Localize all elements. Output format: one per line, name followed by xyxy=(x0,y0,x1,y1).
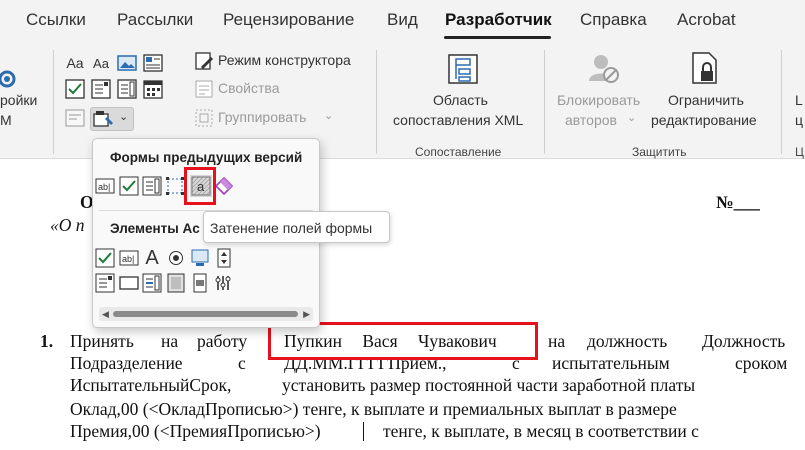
activex-checkbox-icon[interactable] xyxy=(95,248,115,268)
group-separator xyxy=(781,50,782,154)
text-field-icon[interactable]: ab| xyxy=(95,176,115,196)
activex-option-button-icon[interactable] xyxy=(166,248,186,268)
group-chevron-down-icon: ⌄ xyxy=(324,110,334,122)
activex-heading: Элементы Ac xyxy=(110,221,200,236)
group-label-protect: Защитить xyxy=(632,145,687,159)
block-authors-label-line2[interactable]: авторов xyxy=(565,112,617,128)
paragraph-text: установить размер постоянной части зараб… xyxy=(282,375,696,395)
list-item-number: 1. xyxy=(40,331,54,351)
properties-button[interactable]: Свойства xyxy=(218,80,279,96)
paragraph-text: Оклад,00 (<ОкладПрописью>) тенге, к выпл… xyxy=(70,399,677,419)
activex-command-button-icon[interactable] xyxy=(119,273,139,293)
design-mode-icon[interactable] xyxy=(193,50,215,72)
text-cursor xyxy=(363,422,364,441)
checkbox-control-icon[interactable] xyxy=(64,78,86,100)
gear-icon[interactable] xyxy=(0,66,20,92)
group-label-templates-partial: Ц xyxy=(795,145,804,159)
paragraph-word: ИспытательныйСрок, xyxy=(70,375,232,395)
addins-label-line2[interactable]: M xyxy=(0,112,12,128)
svg-text:ab|: ab| xyxy=(98,182,110,192)
form-field-shading-tooltip: Затенение полей формы xyxy=(203,211,390,243)
reset-form-fields-icon[interactable] xyxy=(214,176,234,196)
restrict-editing-icon[interactable] xyxy=(688,50,722,86)
paragraph-word: Должность xyxy=(702,331,786,351)
repeating-section-icon[interactable] xyxy=(64,107,86,129)
group-icon xyxy=(193,107,215,129)
paragraph-word: испытательным xyxy=(552,353,670,373)
group-separator xyxy=(53,50,54,154)
activex-textbox-icon[interactable]: ab| xyxy=(119,248,139,268)
paragraph-text: тенге, к выплате, в месяц в соответствии… xyxy=(383,421,699,441)
group-separator xyxy=(376,50,377,154)
activex-image-icon[interactable] xyxy=(190,248,210,268)
insert-frame-icon[interactable] xyxy=(165,176,185,196)
block-authors-icon xyxy=(585,50,621,86)
chevron-down-icon: ⌄ xyxy=(119,111,129,123)
paragraph-word: работу xyxy=(197,331,248,351)
dropdown-horizontal-scrollbar[interactable]: ◀ ▶ xyxy=(99,307,313,321)
svg-text:ab|: ab| xyxy=(122,254,134,264)
dropdown-field-icon[interactable] xyxy=(142,176,162,196)
design-mode-button[interactable]: Режим конструктора xyxy=(218,52,351,68)
restrict-editing-label-line2[interactable]: редактирование xyxy=(651,112,757,128)
paragraph-word: сроком xyxy=(735,353,788,373)
addins-label-line1[interactable]: ройки xyxy=(0,92,37,108)
block-authors-chevron-down-icon: ⌄ xyxy=(627,112,637,124)
templates-label-partial[interactable]: L xyxy=(795,92,803,108)
activex-toggle-button-icon[interactable] xyxy=(166,273,186,293)
xml-mapping-pane-icon[interactable] xyxy=(446,52,480,86)
ribbon-tab-bar: Ссылки Рассылки Рецензирование Вид Разра… xyxy=(0,0,805,44)
scrollbar-thumb[interactable] xyxy=(113,311,298,317)
xml-mapping-label-line2[interactable]: сопоставления XML xyxy=(393,112,523,128)
checkbox-field-icon[interactable] xyxy=(119,176,139,196)
block-authors-label-line1[interactable]: Блокировать xyxy=(557,92,640,108)
legacy-tools-button[interactable]: ⌄ xyxy=(90,107,134,131)
group-button[interactable]: Группировать xyxy=(218,109,306,125)
tab-mailings[interactable]: Рассылки xyxy=(117,10,193,30)
combo-box-control-icon[interactable] xyxy=(90,78,112,100)
legacy-forms-heading: Формы предыдущих версий xyxy=(110,150,303,165)
group-label-mapping: Сопоставление xyxy=(415,145,502,159)
paragraph-text: Премия,00 (<ПремияПрописью>) xyxy=(70,421,321,441)
building-block-control-icon[interactable] xyxy=(142,52,164,74)
tab-references[interactable]: Ссылки xyxy=(26,10,86,30)
xml-mapping-label-line1[interactable]: Область xyxy=(433,92,488,108)
templates-label-partial-line2[interactable]: ц xyxy=(795,112,803,128)
dropdown-list-control-icon[interactable] xyxy=(116,78,138,100)
activex-spin-button-icon[interactable] xyxy=(214,248,234,268)
paragraph-word: должность xyxy=(587,331,668,351)
tab-view[interactable]: Вид xyxy=(387,10,418,30)
paragraph-word: Подразделение xyxy=(70,353,183,373)
restrict-editing-label-line1[interactable]: Ограничить xyxy=(668,92,744,108)
paragraph-word: на xyxy=(548,331,566,351)
group-separator xyxy=(544,50,545,154)
tab-help[interactable]: Справка xyxy=(580,10,647,30)
legacy-tools-icon xyxy=(93,108,115,130)
scroll-left-icon[interactable]: ◀ xyxy=(102,307,109,321)
highlight-box-shading xyxy=(184,167,216,205)
properties-icon xyxy=(193,78,215,100)
activex-label-icon[interactable]: A xyxy=(142,247,162,269)
paragraph-word: с xyxy=(238,353,246,373)
activex-combobox-icon[interactable] xyxy=(95,273,115,293)
tab-review[interactable]: Рецензирование xyxy=(223,10,354,30)
plain-text-control-icon[interactable]: Aa xyxy=(90,52,112,74)
date-picker-control-icon[interactable] xyxy=(142,78,164,100)
paragraph-word: Принять xyxy=(70,331,134,351)
order-number: №___ xyxy=(716,192,760,212)
more-controls-icon[interactable] xyxy=(214,273,234,293)
rich-text-control-icon[interactable]: Aa xyxy=(64,52,86,74)
paragraph-word: на xyxy=(161,331,179,351)
tab-developer[interactable]: Разработчик xyxy=(445,10,552,30)
scroll-right-icon[interactable]: ▶ xyxy=(303,307,310,321)
activex-scrollbar-icon[interactable] xyxy=(190,273,210,293)
activex-listbox-icon[interactable] xyxy=(142,273,162,293)
picture-control-icon[interactable] xyxy=(116,52,138,74)
order-subject: «О п xyxy=(50,215,85,235)
tab-acrobat[interactable]: Acrobat xyxy=(677,10,736,30)
active-tab-indicator xyxy=(444,36,551,39)
